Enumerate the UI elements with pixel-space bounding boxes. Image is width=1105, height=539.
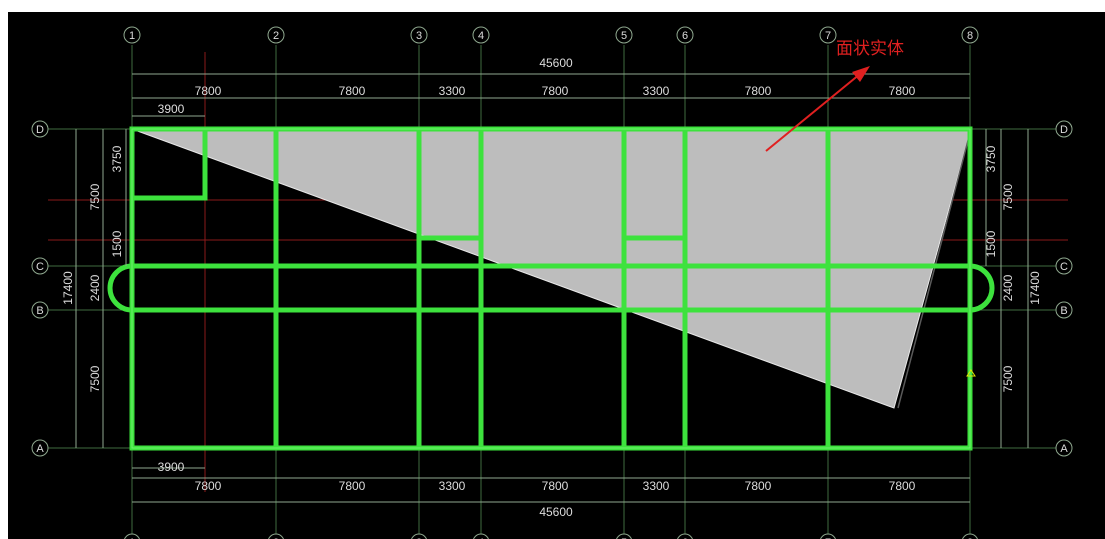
axis-bubble-bottom-1: 1 [124, 533, 140, 539]
axis-bubble-top-5: 5 [615, 26, 633, 44]
top-bay-dim-6: 7800 [745, 84, 772, 98]
svg-text:A: A [1060, 443, 1068, 455]
right-span-dim-2: 2400 [1001, 274, 1015, 301]
left-span-dim-1: 7500 [88, 183, 102, 210]
svg-text:C: C [1060, 261, 1068, 273]
right-sub-dim-1: 3750 [984, 145, 998, 172]
axis-bubble-top-4: 4 [472, 26, 490, 44]
axis-bubble-right-B: B [1055, 301, 1073, 319]
axis-bubble-right-A: A [1055, 439, 1073, 457]
left-overall-dim: 17400 [61, 271, 75, 305]
bottom-bay-dim-6: 7800 [745, 479, 772, 493]
svg-text:D: D [1060, 124, 1068, 136]
svg-text:2: 2 [273, 30, 279, 42]
svg-text:B: B [36, 305, 43, 317]
axis-bubble-left-A: A [31, 439, 49, 457]
axis-bubble-right-C: C [1055, 257, 1073, 275]
annotation-label: 面状实体 [836, 39, 904, 58]
bottom-bay-dim-2: 7800 [339, 479, 366, 493]
axis-bubbles-right: D C B A [1055, 120, 1073, 457]
axis-bubble-bottom-6: 6 [677, 533, 693, 539]
top-bay-dim-1: 7800 [195, 84, 222, 98]
axis-bubble-bottom-7: 7 [820, 533, 836, 539]
left-span-dim-3: 7500 [88, 365, 102, 392]
svg-text:1: 1 [129, 30, 135, 42]
svg-text:5: 5 [621, 30, 627, 42]
bottom-offset-dim: 3900 [158, 460, 185, 474]
axis-bubble-bottom-2: 2 [268, 533, 284, 539]
axis-bubble-left-C: C [31, 257, 49, 275]
axis-bubble-bottom-3: 3 [411, 533, 427, 539]
axis-bubble-top-6: 6 [676, 26, 694, 44]
axis-bubble-top-2: 2 [267, 26, 285, 44]
axis-bubble-left-D: D [31, 120, 49, 138]
bottom-bay-dim-1: 7800 [195, 479, 222, 493]
svg-text:8: 8 [967, 30, 973, 42]
bottom-bay-dim-4: 7800 [542, 479, 569, 493]
top-bay-dim-7: 7800 [889, 84, 916, 98]
top-bay-dim-5: 3300 [643, 84, 670, 98]
axis-bubble-bottom-4: 4 [473, 533, 489, 539]
axis-bubble-bottom-8: 8 [962, 533, 978, 539]
right-sub-dim-2: 1500 [984, 230, 998, 257]
svg-text:B: B [1060, 305, 1067, 317]
cad-viewport[interactable]: 45600 7800 7800 3300 7800 3300 7800 7800… [8, 12, 1105, 539]
right-span-dim-3: 7500 [1001, 365, 1015, 392]
axis-bubble-left-B: B [31, 301, 49, 319]
axis-bubble-top-8: 8 [961, 26, 979, 44]
left-sub-dim-2: 1500 [110, 230, 124, 257]
axis-bubble-bottom-5: 5 [616, 533, 632, 539]
axis-bubble-top-3: 3 [410, 26, 428, 44]
axis-bubbles-bottom: 1 2 3 4 5 6 7 8 [124, 533, 978, 539]
floor-plan-drawing[interactable]: 45600 7800 7800 3300 7800 3300 7800 7800… [8, 12, 1105, 539]
right-overall-dim: 17400 [1028, 271, 1042, 305]
bottom-overall-dim: 45600 [539, 505, 573, 519]
top-bay-dim-3: 3300 [439, 84, 466, 98]
bottom-bay-dim-7: 7800 [889, 479, 916, 493]
svg-text:A: A [36, 443, 44, 455]
top-bay-dim-4: 7800 [542, 84, 569, 98]
top-offset-dim: 3900 [158, 102, 185, 116]
left-span-dim-2: 2400 [88, 274, 102, 301]
svg-text:7: 7 [825, 30, 831, 42]
bottom-bay-dim-5: 3300 [643, 479, 670, 493]
axis-bubble-top-1: 1 [123, 26, 141, 44]
svg-text:6: 6 [682, 30, 688, 42]
axis-bubble-top-7: 7 [819, 26, 837, 44]
svg-text:3: 3 [416, 30, 422, 42]
svg-text:C: C [36, 261, 44, 273]
bottom-bay-dim-3: 3300 [439, 479, 466, 493]
axis-bubbles-left: D C B A [31, 120, 49, 457]
svg-text:D: D [36, 124, 44, 136]
top-overall-dim: 45600 [539, 56, 573, 70]
axis-bubble-right-D: D [1055, 120, 1073, 138]
right-span-dim-1: 7500 [1001, 183, 1015, 210]
svg-text:4: 4 [478, 30, 484, 42]
top-bay-dim-2: 7800 [339, 84, 366, 98]
left-sub-dim-1: 3750 [110, 145, 124, 172]
